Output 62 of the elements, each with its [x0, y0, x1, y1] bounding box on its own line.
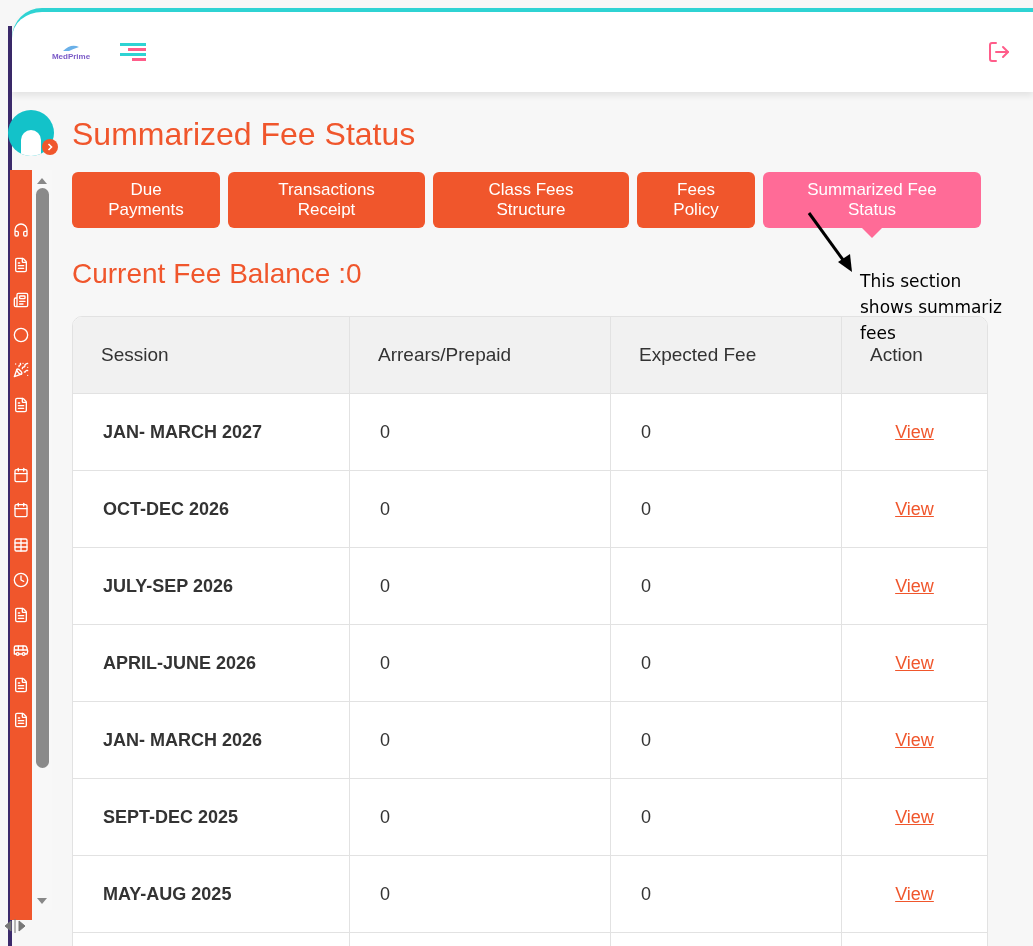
table-cell: 0 — [610, 547, 841, 624]
document-icon[interactable] — [13, 712, 29, 728]
table-cell: 0 — [610, 624, 841, 701]
table-cell: 0 — [349, 547, 610, 624]
circle-icon[interactable] — [13, 327, 29, 343]
tab[interactable]: Due Payments — [72, 172, 220, 228]
tab[interactable]: Class Fees Structure — [433, 172, 629, 228]
expand-badge-icon[interactable] — [42, 139, 58, 155]
clock-icon[interactable] — [13, 572, 29, 588]
document-icon[interactable] — [13, 677, 29, 693]
table-cell: 0 — [610, 855, 841, 932]
scroll-down-icon[interactable] — [37, 898, 47, 904]
bus-icon[interactable] — [13, 642, 29, 658]
table-cell: 0 — [349, 701, 610, 778]
tab[interactable]: Transactions Receipt — [228, 172, 425, 228]
grid-icon[interactable] — [13, 537, 29, 553]
table-cell: 0 — [349, 470, 610, 547]
view-link[interactable]: View — [895, 575, 934, 596]
table-cell: 0 — [349, 855, 610, 932]
tab[interactable]: Fees Policy — [637, 172, 755, 228]
table-cell: SEPT-DEC 2025 — [73, 778, 349, 855]
tab-pointer — [862, 228, 882, 238]
party-icon[interactable] — [13, 362, 29, 378]
balance-heading: Current Fee Balance :0 — [72, 257, 362, 291]
logo-text: MedPrime — [51, 53, 91, 61]
menu-icon[interactable] — [120, 42, 148, 62]
newspaper-icon[interactable] — [13, 292, 29, 308]
table-cell: 0 — [610, 701, 841, 778]
logo-mark-icon — [61, 43, 81, 53]
calendar-icon[interactable] — [13, 467, 29, 483]
logout-icon[interactable] — [987, 40, 1011, 64]
column-header: Session — [73, 317, 349, 393]
calendar-icon[interactable] — [13, 502, 29, 518]
view-link[interactable]: View — [895, 652, 934, 673]
view-link[interactable]: View — [895, 806, 934, 827]
view-link[interactable]: View — [895, 498, 934, 519]
table-cell: JAN- MARCH 2027 — [73, 393, 349, 470]
page-title: Summarized Fee Status — [72, 115, 417, 154]
table-cell: OCT-DEC 2026 — [73, 470, 349, 547]
table-cell: 0 — [349, 393, 610, 470]
view-link[interactable]: View — [895, 883, 934, 904]
scroll-thumb[interactable] — [35, 188, 49, 768]
table-cell: 0 — [349, 778, 610, 855]
document-icon[interactable] — [13, 397, 29, 413]
table-cell: MAY-AUG 2025 — [73, 855, 349, 932]
view-link[interactable]: View — [895, 729, 934, 750]
table-cell: 0 — [610, 470, 841, 547]
table-cell: 0 — [610, 393, 841, 470]
document-icon[interactable] — [13, 607, 29, 623]
column-header: Expected Fee — [610, 317, 841, 393]
table-cell: 0 — [349, 624, 610, 701]
headset-icon[interactable] — [13, 222, 29, 238]
table-cell: JULY-SEP 2026 — [73, 547, 349, 624]
view-link[interactable]: View — [895, 421, 934, 442]
table-cell: APRIL-JUNE 2026 — [73, 624, 349, 701]
column-header: Arrears/Prepaid — [349, 317, 610, 393]
document-icon[interactable] — [13, 257, 29, 273]
annotation-text: This section shows summariz fees — [860, 270, 1003, 345]
resize-handle-icon[interactable] — [4, 918, 28, 934]
table-cell: JAN- MARCH 2026 — [73, 701, 349, 778]
scroll-up-icon[interactable] — [37, 178, 47, 184]
table-cell: 0 — [610, 778, 841, 855]
